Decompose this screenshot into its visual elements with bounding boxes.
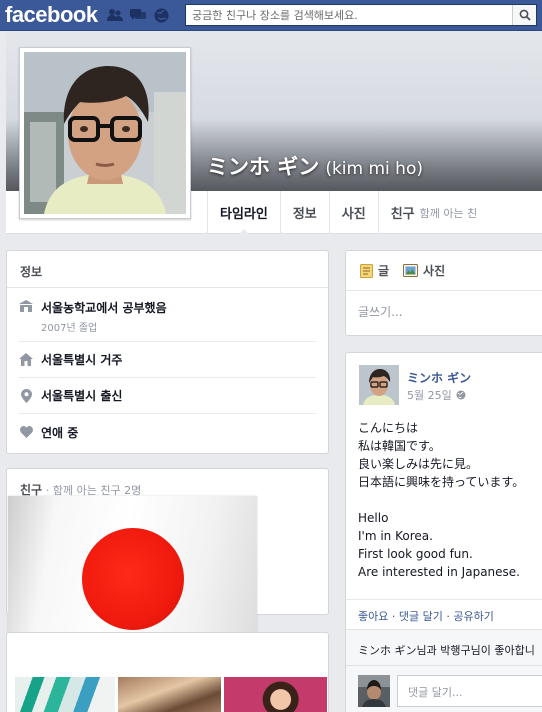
search-input[interactable] <box>186 5 506 25</box>
composer-tabs: 글 사진 <box>346 251 542 291</box>
tab-friends[interactable]: 친구 함께 아는 친 <box>377 191 490 234</box>
search-bar <box>185 4 537 26</box>
info-item-text[interactable]: 서울특별시 거주 <box>41 353 122 367</box>
info-card: 정보 서울농학교에서 공부했음 2007년 졸업 서울특별시 거주 서울특별시 … <box>6 250 329 454</box>
photo-thumbnail[interactable] <box>224 677 327 712</box>
photo-thumbnail[interactable] <box>118 677 221 712</box>
action-separator: · <box>388 610 399 623</box>
location-pin-icon <box>19 388 33 403</box>
tab-label: 정보 <box>292 207 317 222</box>
post-actions: 좋아요 · 댓글 달기 · 공유하기 <box>346 599 542 627</box>
post-timestamp: 5월 25일 <box>407 387 466 403</box>
facebook-logo[interactable]: facebook <box>5 2 98 28</box>
flag-red-circle <box>82 528 184 630</box>
profile-picture[interactable] <box>19 47 191 219</box>
search-button[interactable] <box>512 5 536 25</box>
heart-icon <box>19 425 33 439</box>
info-item-from: 서울특별시 출신 <box>19 378 316 414</box>
post-line: 私は韓国です。 <box>358 439 441 453</box>
tab-about[interactable]: 정보 <box>279 191 329 234</box>
friend-requests-icon[interactable] <box>106 6 124 24</box>
info-item-text: 연애 중 <box>41 425 79 440</box>
profile-name: ミンホ ギン (kim mi ho) <box>207 151 423 181</box>
composer-tab-label: 글 <box>378 264 390 278</box>
tab-label: 친구 <box>390 207 415 222</box>
action-separator: · <box>442 610 454 623</box>
post-line: First look good fun. <box>358 547 473 561</box>
post-line: 日本語に興味を持っています。 <box>358 475 525 489</box>
tab-label: 사진 <box>341 207 366 222</box>
tab-timeline[interactable]: 타임라인 <box>207 191 280 235</box>
info-item-text[interactable]: 서울특별시 출신 <box>41 389 122 403</box>
composer-tab-status[interactable]: 글 <box>360 262 389 279</box>
post-author-avatar[interactable] <box>359 365 399 405</box>
post-line: Are interested in Japanese. <box>358 565 520 579</box>
post-author-name[interactable]: ミンホ ギン <box>407 369 471 386</box>
public-globe-icon <box>456 390 466 400</box>
info-item-relationship: 연애 중 <box>19 414 316 450</box>
profile-alternate-name: (kim mi ho) <box>325 159 423 179</box>
post-line: Hello <box>358 511 389 525</box>
tab-label: 타임라인 <box>220 207 268 222</box>
post-line: I'm in Korea. <box>358 529 433 543</box>
post-likes-summary[interactable]: ミンホ ギン님과 박행구님이 좋아합니 <box>346 629 542 665</box>
post-line: 良い楽しみは先に見。 <box>358 457 479 471</box>
notifications-globe-icon[interactable] <box>152 6 170 24</box>
photo-thumbnail[interactable] <box>15 677 115 712</box>
like-link[interactable]: 좋아요 <box>358 610 388 623</box>
post-message: こんにちは 私は韓国です。 良い楽しみは先に見。 日本語に興味を持っています。 … <box>358 419 542 581</box>
comment-link[interactable]: 댓글 달기 <box>399 610 443 623</box>
info-item-subtext: 2007년 졸업 <box>41 323 98 334</box>
post-line-break <box>358 491 542 509</box>
friends-heading-label[interactable]: 친구 <box>20 483 42 497</box>
profile-photo-image <box>24 52 186 214</box>
status-icon <box>360 263 373 278</box>
photo-icon <box>403 264 419 277</box>
messages-icon[interactable] <box>129 6 147 24</box>
composer-tab-label: 사진 <box>423 264 446 278</box>
composer-input[interactable]: 글쓰기... <box>346 291 542 332</box>
post-composer: 글 사진 글쓰기... <box>345 250 542 336</box>
comment-input[interactable]: 댓글 달기... <box>397 675 542 707</box>
school-icon <box>19 299 33 313</box>
tab-photos[interactable]: 사진 <box>328 191 378 234</box>
post-date[interactable]: 5월 25일 <box>407 387 452 403</box>
post-line: こんにちは <box>358 421 419 435</box>
home-icon <box>19 353 33 367</box>
share-link[interactable]: 공유하기 <box>453 610 493 623</box>
profile-name-main[interactable]: ミンホ ギン <box>207 151 319 181</box>
profile-tabs: 타임라인 정보 사진 친구 함께 아는 친 <box>207 191 490 235</box>
search-icon <box>519 9 531 21</box>
photos-card <box>6 632 329 712</box>
timeline-post: ミンホ ギン 5월 25일 こんにちは 私は韓国です。 良い楽しみは先に見。 日… <box>345 352 542 712</box>
viewer-avatar <box>358 675 390 707</box>
comment-composer: 댓글 달기... <box>346 665 542 712</box>
composer-tab-photo[interactable]: 사진 <box>403 262 445 279</box>
info-item-text[interactable]: 서울농학교에서 공부했음 <box>41 301 167 315</box>
info-item-lives-in: 서울특별시 거주 <box>19 342 316 378</box>
top-bar: facebook <box>0 0 542 31</box>
info-item-education: 서울농학교에서 공부했음 2007년 졸업 <box>19 288 316 342</box>
info-card-heading[interactable]: 정보 <box>7 251 328 288</box>
tab-sub-label: 함께 아는 친 <box>419 206 478 220</box>
jewel-icons <box>106 6 170 24</box>
